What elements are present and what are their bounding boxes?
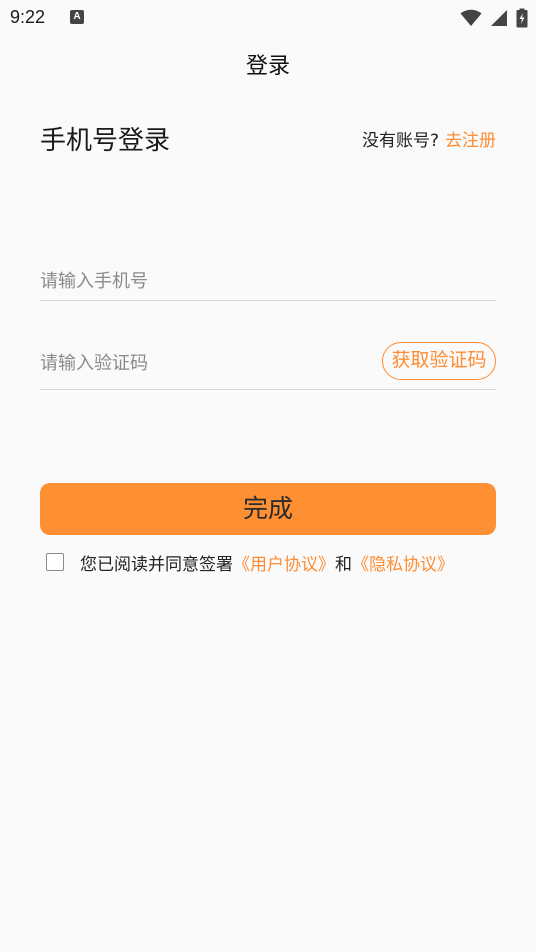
status-bar: 9:22 A [0, 0, 536, 36]
submit-button[interactable]: 完成 [40, 483, 496, 535]
user-agreement-link[interactable]: 《用户协议》 [233, 550, 335, 575]
app-notification-icon: A [70, 10, 84, 24]
register-link[interactable]: 去注册 [445, 126, 496, 151]
no-account-text: 没有账号? [361, 131, 439, 151]
phone-input[interactable] [40, 268, 496, 294]
agreement-checkbox[interactable] [46, 553, 64, 571]
get-code-button[interactable]: 获取验证码 [382, 342, 496, 380]
phone-field [40, 260, 496, 301]
agreement-text: 您已阅读并同意签署 [80, 554, 233, 575]
page-title: 登录 [245, 54, 290, 79]
agreement-row: 您已阅读并同意签署 《用户协议》 和 《隐私协议》 [46, 550, 454, 575]
verification-code-field: 获取验证码 [40, 340, 496, 390]
status-time: 9:22 [10, 7, 46, 27]
signal-icon [491, 10, 507, 26]
login-heading: 手机号登录 [40, 126, 171, 156]
status-icons [460, 8, 528, 28]
verification-code-input[interactable] [40, 350, 360, 376]
register-prompt: 没有账号? 去注册 [362, 126, 496, 151]
wifi-icon [460, 9, 482, 26]
privacy-policy-link[interactable]: 《隐私协议》 [352, 550, 454, 575]
agreement-conjunction: 和 [335, 554, 352, 575]
battery-charging-icon [516, 8, 528, 28]
